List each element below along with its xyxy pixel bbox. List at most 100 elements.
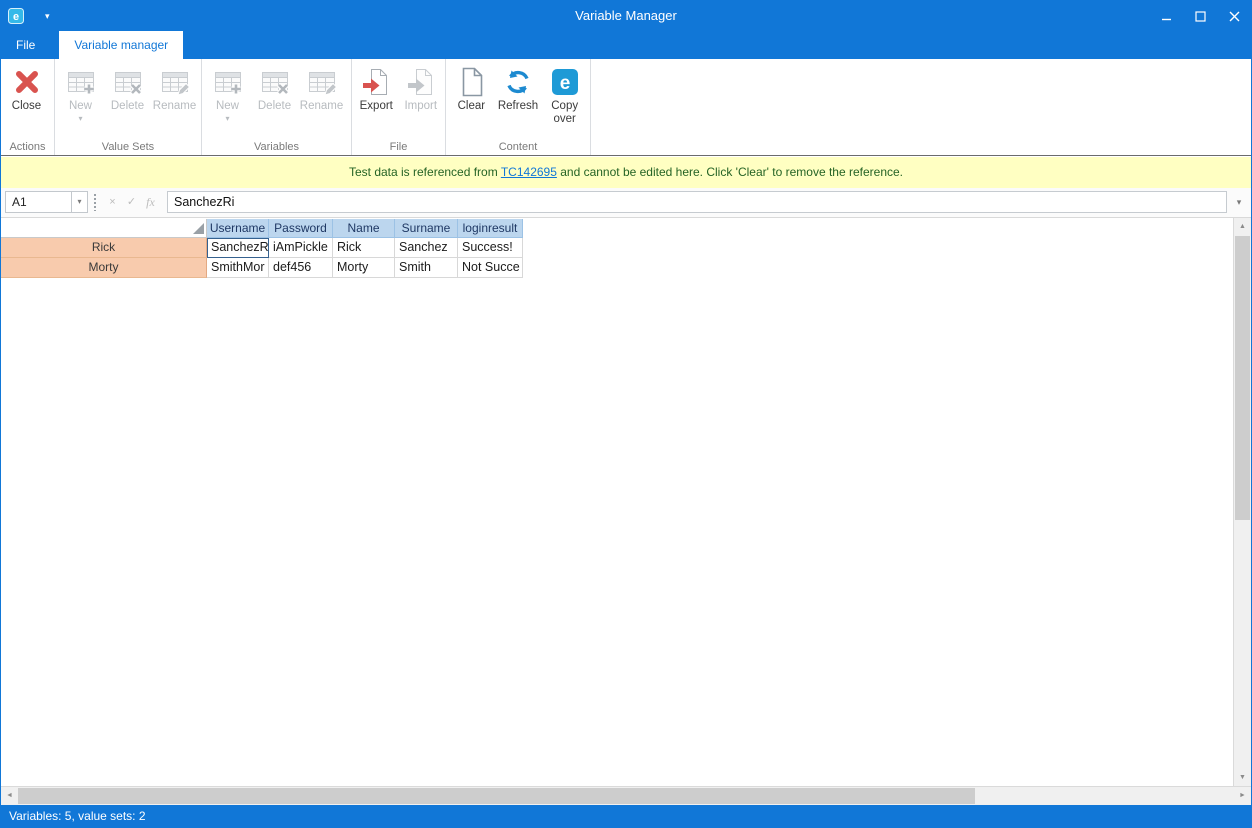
import-button[interactable]: Import: [399, 62, 444, 113]
name-box-dropdown-icon[interactable]: ▾: [71, 192, 87, 212]
formula-bar: A1 ▾ × ✓ fx SanchezRi ▾: [1, 188, 1251, 218]
button-label: Rename: [153, 100, 196, 113]
maximize-icon: [1195, 11, 1206, 22]
vertical-scrollbar-thumb[interactable]: [1235, 236, 1250, 520]
button-label: Clear: [458, 100, 485, 113]
testcase-link[interactable]: TC142695: [501, 165, 557, 179]
chevron-down-icon: ▾: [225, 114, 229, 123]
variable-manager-window: e ▾ Variable Manager File Variable manag…: [0, 0, 1252, 828]
ribbon-group-actions: Close Actions: [1, 59, 55, 155]
minimize-button[interactable]: [1149, 1, 1183, 31]
group-label-variables: Variables: [202, 141, 351, 153]
button-label: Refresh: [498, 100, 538, 113]
group-label-content: Content: [446, 141, 590, 153]
close-button[interactable]: Close: [3, 62, 50, 113]
window-title: Variable Manager: [1, 1, 1251, 31]
reference-notice-bar: Test data is referenced from TC142695 an…: [1, 157, 1251, 188]
close-window-button[interactable]: [1217, 1, 1251, 31]
confirm-entry-button[interactable]: ✓: [123, 191, 140, 213]
horizontal-scrollbar-thumb[interactable]: [18, 788, 975, 804]
svg-text:e: e: [559, 73, 570, 94]
value-set-rename-button[interactable]: Rename: [151, 62, 198, 113]
grid-header-row: Username Password Name Surname loginresu…: [1, 219, 1233, 238]
close-icon: [11, 66, 43, 98]
formula-bar-expand-icon[interactable]: ▾: [1231, 191, 1247, 213]
row-header-rick[interactable]: Rick: [1, 238, 207, 258]
group-label-value-sets: Value Sets: [55, 141, 201, 153]
horizontal-scrollbar[interactable]: ◄ ►: [1, 786, 1251, 805]
maximize-button[interactable]: [1183, 1, 1217, 31]
notice-text-suffix: and cannot be edited here. Click 'Clear'…: [557, 165, 903, 179]
grid-cell[interactable]: Not Succe: [458, 258, 523, 278]
copy-over-button[interactable]: e Copy over: [541, 62, 588, 126]
button-label: New: [216, 100, 239, 113]
cell-reference: A1: [6, 192, 71, 212]
column-header-password[interactable]: Password: [269, 219, 333, 238]
column-header-name[interactable]: Name: [333, 219, 395, 238]
button-label: Delete: [111, 100, 144, 113]
tab-variable-manager[interactable]: Variable manager: [59, 31, 183, 59]
value-set-grid: Username Password Name Surname loginresu…: [1, 219, 1233, 786]
grid-cell-selected[interactable]: SanchezRi: [207, 238, 269, 258]
grid-corner-cell[interactable]: [1, 219, 207, 238]
grid-cell[interactable]: Morty: [333, 258, 395, 278]
grid-row-morty: Morty SmithMor def456 Morty Smith Not Su…: [1, 258, 1233, 278]
variable-rename-icon: [306, 66, 338, 98]
refresh-button[interactable]: Refresh: [495, 62, 542, 113]
vertical-scrollbar[interactable]: ▲ ▼: [1233, 218, 1251, 786]
value-set-new-button[interactable]: New ▾: [57, 62, 104, 123]
notice-text-prefix: Test data is referenced from: [349, 165, 501, 179]
variable-rename-button[interactable]: Rename: [298, 62, 345, 113]
column-header-surname[interactable]: Surname: [395, 219, 458, 238]
column-header-loginresult[interactable]: loginresult: [458, 219, 523, 238]
grid-cell[interactable]: def456: [269, 258, 333, 278]
close-window-icon: [1229, 11, 1240, 22]
export-button[interactable]: Export: [354, 62, 399, 113]
row-header-morty[interactable]: Morty: [1, 258, 207, 278]
group-label-file: File: [352, 141, 445, 153]
function-button[interactable]: fx: [142, 191, 159, 213]
title-bar: e ▾ Variable Manager: [1, 1, 1251, 31]
grid-cell[interactable]: Success!: [458, 238, 523, 258]
button-label: Rename: [300, 100, 343, 113]
variable-delete-button[interactable]: Delete: [251, 62, 298, 113]
tab-file[interactable]: File: [1, 31, 50, 59]
grid-cell[interactable]: Rick: [333, 238, 395, 258]
variable-delete-icon: [259, 66, 291, 98]
variable-new-button[interactable]: New ▾: [204, 62, 251, 123]
cancel-entry-button[interactable]: ×: [104, 191, 121, 213]
valueset-new-icon: [65, 66, 97, 98]
button-label: Export: [360, 100, 393, 113]
valueset-rename-icon: [159, 66, 191, 98]
export-icon: [360, 66, 392, 98]
ribbon-group-file: Export Import File: [352, 59, 446, 155]
button-label: Import: [404, 100, 437, 113]
formula-input[interactable]: SanchezRi: [167, 191, 1227, 213]
formula-bar-separator: [94, 194, 96, 211]
grid-row-rick: Rick SanchezRi iAmPickle Rick Sanchez Su…: [1, 238, 1233, 258]
ribbon: Close Actions New ▾ Delete: [1, 59, 1251, 156]
grid-cell[interactable]: Sanchez: [395, 238, 458, 258]
scroll-left-icon[interactable]: ◄: [1, 787, 18, 805]
minimize-icon: [1161, 11, 1172, 22]
ribbon-group-variables: New ▾ Delete Rename Variables: [202, 59, 352, 155]
value-set-delete-button[interactable]: Delete: [104, 62, 151, 113]
refresh-icon: [502, 66, 534, 98]
ribbon-group-value-sets: New ▾ Delete Rename Value Sets: [55, 59, 202, 155]
cell-name-box[interactable]: A1 ▾: [5, 191, 88, 213]
ribbon-group-content: Clear Refresh e Copy over Content: [446, 59, 591, 155]
button-label: New: [69, 100, 92, 113]
scroll-down-icon[interactable]: ▼: [1234, 769, 1251, 786]
scroll-up-icon[interactable]: ▲: [1234, 218, 1251, 235]
column-header-username[interactable]: Username: [207, 219, 269, 238]
chevron-down-icon: ▾: [78, 114, 82, 123]
button-label: Close: [12, 100, 41, 113]
grid-cell[interactable]: SmithMor: [207, 258, 269, 278]
ribbon-tab-row: File Variable manager: [1, 31, 1251, 59]
grid-cell[interactable]: Smith: [395, 258, 458, 278]
scroll-right-icon[interactable]: ►: [1234, 787, 1251, 805]
group-label-actions: Actions: [1, 141, 54, 153]
button-label: Copy over: [541, 100, 588, 126]
clear-button[interactable]: Clear: [448, 62, 495, 113]
grid-cell[interactable]: iAmPickle: [269, 238, 333, 258]
